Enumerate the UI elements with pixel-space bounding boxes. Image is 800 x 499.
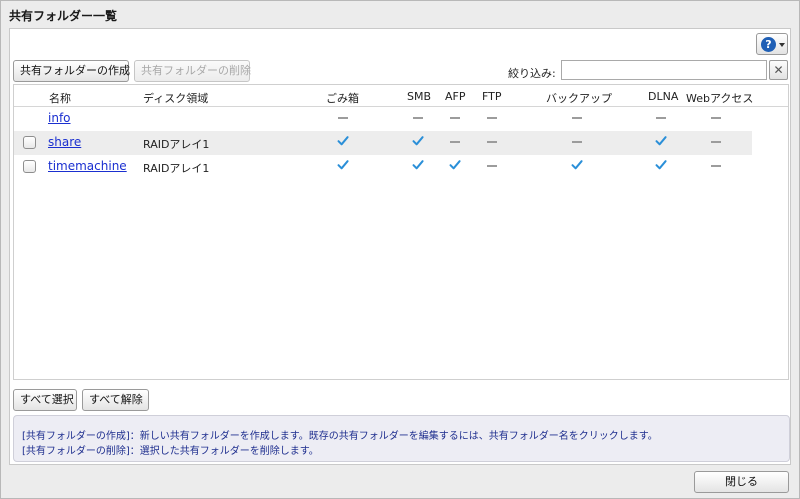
dash-icon: [711, 141, 721, 143]
column-header-ftp[interactable]: FTP: [482, 90, 502, 103]
column-header-dlna[interactable]: DLNA: [648, 90, 678, 103]
dash-icon: [711, 165, 721, 167]
dash-icon: [338, 117, 348, 119]
dash-icon: [487, 165, 497, 167]
info-line-delete: [共有フォルダーの削除]：選択した共有フォルダーを削除します。: [22, 446, 319, 457]
column-header-name[interactable]: 名称: [49, 90, 71, 106]
close-icon: ✕: [773, 63, 784, 77]
table-row: info: [14, 107, 752, 131]
delete-folder-button[interactable]: 共有フォルダーの削除: [134, 60, 251, 82]
select-all-button[interactable]: すべて選択: [13, 389, 77, 411]
check-icon: [655, 136, 667, 146]
check-icon: [412, 160, 424, 170]
dash-icon: [450, 117, 460, 119]
chevron-down-icon: [779, 43, 785, 47]
folder-name-link[interactable]: info: [48, 111, 71, 125]
disk-area: RAIDアレイ1: [143, 162, 210, 175]
column-header-trash[interactable]: ごみ箱: [326, 90, 359, 106]
dash-icon: [656, 117, 666, 119]
dash-icon: [487, 141, 497, 143]
help-info-box: [共有フォルダーの作成]：新しい共有フォルダーを作成します。既存の共有フォルダー…: [13, 415, 790, 462]
disk-area: RAIDアレイ1: [143, 138, 210, 151]
info-line-create: [共有フォルダーの作成]：新しい共有フォルダーを作成します。既存の共有フォルダー…: [22, 431, 658, 442]
filter-label: 絞り込み:: [508, 67, 556, 80]
column-header-afp[interactable]: AFP: [445, 90, 466, 103]
check-icon: [337, 136, 349, 146]
deselect-all-button[interactable]: すべて解除: [82, 389, 149, 411]
column-header-smb[interactable]: SMB: [407, 90, 431, 103]
column-header-web-access[interactable]: Webアクセス: [686, 90, 753, 106]
check-icon: [412, 136, 424, 146]
dash-icon: [450, 141, 460, 143]
dash-icon: [572, 117, 582, 119]
clear-filter-button[interactable]: ✕: [769, 60, 788, 80]
check-icon: [655, 160, 667, 170]
table-row: timemachine RAIDアレイ1: [14, 155, 752, 179]
dash-icon: [711, 117, 721, 119]
dash-icon: [572, 141, 582, 143]
folder-name-link[interactable]: share: [48, 135, 81, 149]
shared-folder-table: 名称 ディスク領域 ごみ箱 SMB AFP FTP バックアップ DLNA We…: [13, 84, 789, 380]
help-button[interactable]: ?: [756, 33, 788, 55]
table-row: share RAIDアレイ1: [14, 131, 752, 155]
check-icon: [449, 160, 461, 170]
row-checkbox[interactable]: [23, 136, 36, 149]
dialog-title: 共有フォルダー一覧: [9, 9, 118, 23]
filter-input[interactable]: [561, 60, 767, 80]
folder-name-link[interactable]: timemachine: [48, 159, 127, 173]
shared-folder-list-dialog: 共有フォルダー一覧 ? 共有フォルダーの作成 共有フォルダーの削除 絞り込み: …: [0, 0, 800, 499]
table-header: 名称 ディスク領域 ごみ箱 SMB AFP FTP バックアップ DLNA We…: [14, 85, 788, 107]
dash-icon: [413, 117, 423, 119]
column-header-disk[interactable]: ディスク領域: [143, 90, 208, 106]
row-checkbox[interactable]: [23, 160, 36, 173]
check-icon: [571, 160, 583, 170]
check-icon: [337, 160, 349, 170]
create-folder-button[interactable]: 共有フォルダーの作成: [13, 60, 130, 82]
close-button[interactable]: 閉じる: [694, 471, 789, 493]
help-icon: ?: [761, 37, 776, 52]
column-header-backup[interactable]: バックアップ: [546, 90, 612, 106]
dash-icon: [487, 117, 497, 119]
